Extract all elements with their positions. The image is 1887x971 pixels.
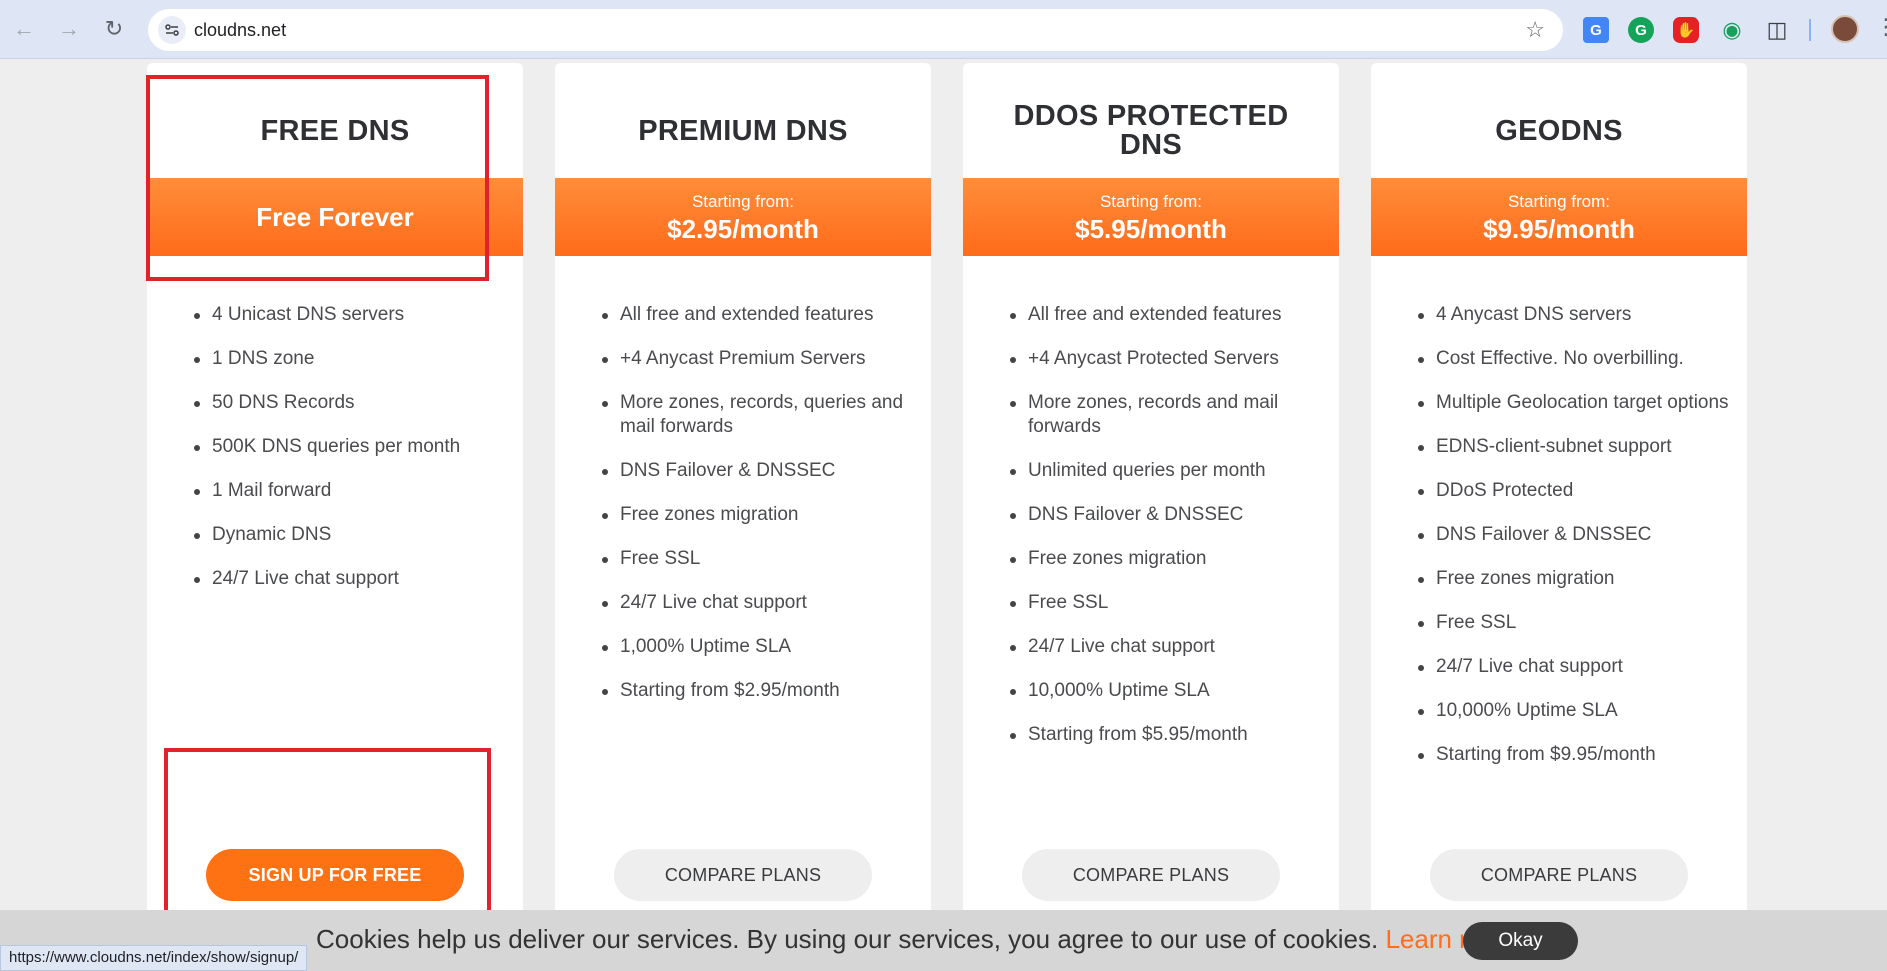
price-amount: $2.95/month [667,214,819,244]
feature-item: 4 Anycast DNS servers [1418,303,1729,327]
status-bar-url: https://www.cloudns.net/index/show/signu… [0,945,308,971]
address-bar[interactable]: cloudns.net ☆ [148,9,1563,51]
feature-item: 24/7 Live chat support [1418,655,1729,679]
cookie-text: Cookies help us deliver our services. By… [316,924,1379,954]
price-from-label: Starting from: [1099,192,1203,211]
feature-item: 1 DNS zone [194,347,505,371]
cookie-message: Cookies help us deliver our services. By… [316,924,1518,955]
compare-plans-button[interactable]: COMPARE PLANS [1430,849,1688,901]
feature-item: Free SSL [1010,591,1321,615]
plan-title: FREE DNS [260,114,410,147]
plan-title: GEODNS [1495,114,1623,147]
feature-item: 10,000% Uptime SLA [1010,679,1321,703]
site-info-icon[interactable] [158,16,186,44]
feature-item: EDNS-client-subnet support [1418,435,1729,459]
feature-list: All free and extended features +4 Anycas… [602,303,913,723]
plan-title: DDOS PROTECTED DNS [1013,100,1289,161]
more-menu-icon[interactable]: ⋮ [1875,14,1887,44]
price-band: Free Forever [147,178,523,256]
feature-item: 500K DNS queries per month [194,435,505,459]
eye-icon[interactable]: ◉ [1719,17,1745,43]
feature-list: 4 Anycast DNS servers Cost Effective. No… [1418,303,1729,787]
price-band: Starting from: $9.95/month [1371,178,1747,256]
feature-item: Free SSL [602,547,913,571]
feature-item: 24/7 Live chat support [194,567,505,591]
feature-item: 4 Unicast DNS servers [194,303,505,327]
feature-list: 4 Unicast DNS servers 1 DNS zone 50 DNS … [194,303,505,611]
price-amount: $9.95/month [1483,214,1635,244]
price-label: Free Forever [256,202,414,232]
feature-item: 24/7 Live chat support [602,591,913,615]
price-amount: $5.95/month [1075,214,1227,244]
feature-item: Cost Effective. No overbilling. [1418,347,1729,371]
feature-item: All free and extended features [1010,303,1321,327]
feature-item: 1,000% Uptime SLA [602,635,913,659]
browser-toolbar: ← → ↻ cloudns.net ☆ G G ✋ ◉ ◫ ⋮ [0,0,1887,59]
compare-plans-button[interactable]: COMPARE PLANS [1022,849,1280,901]
feature-item: Free zones migration [1418,567,1729,591]
grammarly-icon[interactable]: G [1628,17,1654,43]
price-band: Starting from: $5.95/month [963,178,1339,256]
feature-item: Free zones migration [602,503,913,527]
toolbar-divider [1809,19,1811,41]
feature-item: Free SSL [1418,611,1729,635]
plan-title: PREMIUM DNS [638,114,848,147]
feature-item: All free and extended features [602,303,913,327]
cookie-okay-button[interactable]: Okay [1463,922,1578,960]
feature-item: +4 Anycast Premium Servers [602,347,913,371]
translate-icon[interactable]: G [1583,17,1609,43]
compare-plans-button[interactable]: COMPARE PLANS [614,849,872,901]
feature-item: 1 Mail forward [194,479,505,503]
feature-item: Starting from $5.95/month [1010,723,1321,747]
price-band: Starting from: $2.95/month [555,178,931,256]
feature-item: 10,000% Uptime SLA [1418,699,1729,723]
feature-item: Free zones migration [1010,547,1321,571]
star-icon[interactable]: ☆ [1525,17,1545,43]
sign-up-free-button[interactable]: SIGN UP FOR FREE [206,849,464,901]
feature-item: DNS Failover & DNSSEC [1418,523,1729,547]
feature-item: Starting from $9.95/month [1418,743,1729,767]
plan-card-free-dns: FREE DNS Free Forever 4 Unicast DNS serv… [147,63,523,923]
price-from-label: Starting from: [691,192,795,211]
plan-card-ddos-protected-dns: DDOS PROTECTED DNS Starting from: $5.95/… [963,63,1339,923]
url-text[interactable]: cloudns.net [194,20,286,41]
feature-item: DNS Failover & DNSSEC [1010,503,1321,527]
feature-item: More zones, records and mail forwards [1010,391,1321,439]
forward-arrow-icon[interactable]: → [53,13,85,45]
feature-item: Unlimited queries per month [1010,459,1321,483]
feature-list: All free and extended features +4 Anycas… [1010,303,1321,767]
price-from-label: Starting from: [1507,192,1611,211]
adblock-icon[interactable]: ✋ [1673,17,1699,43]
feature-item: DNS Failover & DNSSEC [602,459,913,483]
reload-icon[interactable]: ↻ [98,13,130,45]
feature-item: DDoS Protected [1418,479,1729,503]
feature-item: Starting from $2.95/month [602,679,913,703]
feature-item: 50 DNS Records [194,391,505,415]
feature-item: More zones, records, queries and mail fo… [602,391,913,439]
feature-item: +4 Anycast Protected Servers [1010,347,1321,371]
feature-item: 24/7 Live chat support [1010,635,1321,659]
puzzle-icon[interactable]: ◫ [1764,17,1790,43]
profile-avatar[interactable] [1831,15,1859,43]
plan-card-geodns: GEODNS Starting from: $9.95/month 4 Anyc… [1371,63,1747,923]
feature-item: Multiple Geolocation target options [1418,391,1729,415]
plan-card-premium-dns: PREMIUM DNS Starting from: $2.95/month A… [555,63,931,923]
back-arrow-icon[interactable]: ← [8,13,40,45]
feature-item: Dynamic DNS [194,523,505,547]
